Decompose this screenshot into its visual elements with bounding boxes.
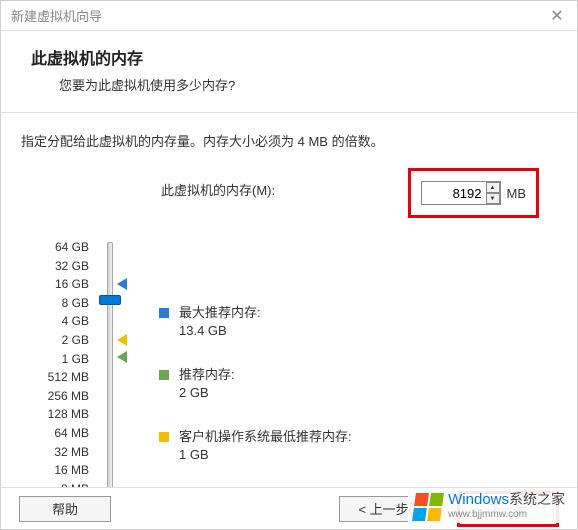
max-marker-icon bbox=[117, 278, 127, 290]
rec-memory-info: 推荐内存: 2 GB bbox=[159, 366, 235, 402]
memory-spinner: ▲ ▼ bbox=[486, 182, 500, 204]
slider-tick: 128 MB bbox=[33, 405, 89, 424]
yellow-square-icon bbox=[159, 432, 169, 442]
blue-square-icon bbox=[159, 308, 169, 318]
slider-tick: 32 GB bbox=[33, 257, 89, 276]
spinner-up-icon[interactable]: ▲ bbox=[486, 182, 500, 193]
green-square-icon bbox=[159, 370, 169, 380]
max-memory-info: 最大推荐内存: 13.4 GB bbox=[159, 304, 261, 340]
memory-row: 此虚拟机的内存(M): ▲ ▼ MB bbox=[21, 178, 557, 238]
min-memory-value: 1 GB bbox=[179, 446, 352, 464]
memory-slider-track[interactable] bbox=[107, 242, 113, 522]
spinner-down-icon[interactable]: ▼ bbox=[486, 193, 500, 204]
slider-tick: 1 GB bbox=[33, 350, 89, 369]
titlebar: 新建虚拟机向导 ✕ bbox=[1, 1, 577, 31]
close-icon[interactable]: ✕ bbox=[547, 6, 567, 26]
wizard-header: 此虚拟机的内存 您要为此虚拟机使用多少内存? bbox=[1, 31, 577, 113]
min-marker-icon bbox=[117, 334, 127, 346]
slider-tick: 512 MB bbox=[33, 368, 89, 387]
slider-tick: 64 GB bbox=[33, 238, 89, 257]
slider-tick: 16 MB bbox=[33, 461, 89, 480]
watermark-text: Windows系统之家 www.bjjmmw.com bbox=[448, 493, 565, 521]
rec-memory-value: 2 GB bbox=[179, 384, 235, 402]
memory-unit: MB bbox=[507, 186, 527, 201]
slider-tick-labels: 64 GB32 GB16 GB8 GB4 GB2 GB1 GB512 MB256… bbox=[33, 238, 89, 517]
slider-tick: 8 GB bbox=[33, 294, 89, 313]
rec-marker-icon bbox=[117, 351, 127, 363]
new-vm-wizard-dialog: 新建虚拟机向导 ✕ 此虚拟机的内存 您要为此虚拟机使用多少内存? 指定分配给此虚… bbox=[0, 0, 578, 530]
slider-tick: 2 GB bbox=[33, 331, 89, 350]
memory-slider-thumb[interactable] bbox=[99, 295, 121, 305]
max-memory-label: 最大推荐内存: bbox=[179, 304, 261, 322]
min-memory-label: 客户机操作系统最低推荐内存: bbox=[179, 428, 352, 446]
page-subtitle: 您要为此虚拟机使用多少内存? bbox=[59, 75, 547, 94]
slider-tick: 64 MB bbox=[33, 424, 89, 443]
windows-logo-icon bbox=[412, 493, 444, 521]
wizard-body: 指定分配给此虚拟机的内存量。内存大小必须为 4 MB 的倍数。 此虚拟机的内存(… bbox=[1, 113, 577, 517]
slider-tick: 16 GB bbox=[33, 275, 89, 294]
watermark: Windows系统之家 www.bjjmmw.com bbox=[408, 491, 571, 523]
page-title: 此虚拟机的内存 bbox=[31, 45, 547, 69]
description-text: 指定分配给此虚拟机的内存量。内存大小必须为 4 MB 的倍数。 bbox=[21, 131, 557, 150]
memory-label: 此虚拟机的内存(M): bbox=[161, 180, 275, 199]
slider-tick: 256 MB bbox=[33, 387, 89, 406]
slider-tick: 32 MB bbox=[33, 443, 89, 462]
slider-tick: 4 GB bbox=[33, 312, 89, 331]
max-memory-value: 13.4 GB bbox=[179, 322, 261, 340]
memory-area: 64 GB32 GB16 GB8 GB4 GB2 GB1 GB512 MB256… bbox=[21, 238, 557, 517]
rec-memory-label: 推荐内存: bbox=[179, 366, 235, 384]
memory-slider-column bbox=[89, 238, 139, 517]
memory-info-column: 最大推荐内存: 13.4 GB 推荐内存: 2 GB 客户机操作系统最低推荐内存… bbox=[139, 238, 557, 517]
memory-input-highlight: ▲ ▼ MB bbox=[408, 168, 540, 218]
help-button[interactable]: 帮助 bbox=[19, 496, 111, 522]
window-title: 新建虚拟机向导 bbox=[11, 6, 102, 25]
min-memory-info: 客户机操作系统最低推荐内存: 1 GB bbox=[159, 428, 352, 464]
